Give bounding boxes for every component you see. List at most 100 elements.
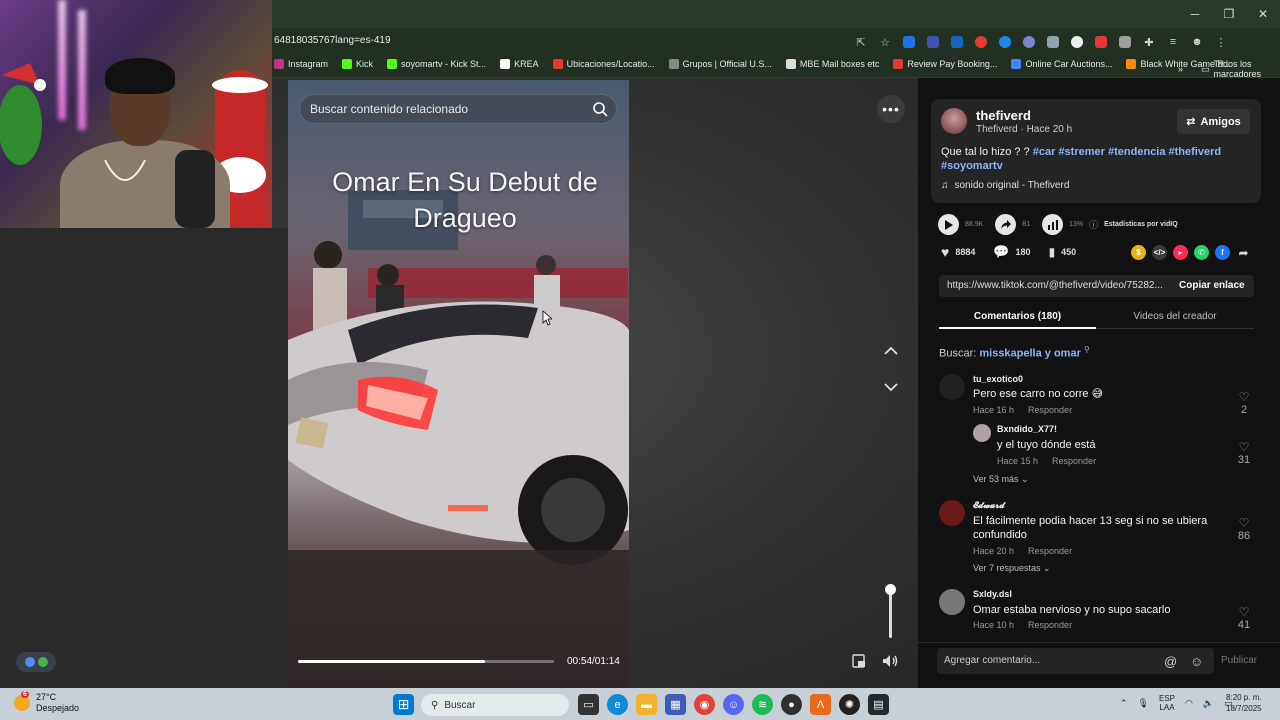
creator-username[interactable]: thefiverd <box>976 108 1031 123</box>
puzzle-icon[interactable]: ✚ <box>1140 33 1158 51</box>
whatsapp-icon[interactable]: ✆ <box>1194 245 1209 260</box>
related-search-input[interactable]: Buscar contenido relacionado <box>310 102 468 116</box>
bookmark-item[interactable]: Review Pay Booking... <box>893 59 997 69</box>
chevron-up-icon[interactable]: ⌃ <box>1120 698 1128 709</box>
extension-icon[interactable] <box>924 33 942 51</box>
share-more-icon[interactable]: ➦ <box>1236 245 1251 260</box>
bookmark-item[interactable]: Kick <box>342 59 373 69</box>
search-term-link[interactable]: misskapella y omar <box>979 348 1081 360</box>
url-field[interactable]: 64818035767lang=es-419 <box>274 35 391 46</box>
extension-icon[interactable] <box>1116 33 1134 51</box>
view-more-replies[interactable]: Ver 53 más ⌄ <box>973 474 1029 485</box>
reply-button[interactable]: Responder <box>1052 456 1096 466</box>
terminal-icon[interactable]: ▤ <box>868 694 889 715</box>
comment-avatar[interactable] <box>939 589 965 615</box>
volume-slider-track[interactable] <box>889 588 892 638</box>
reply-button[interactable]: Responder <box>1028 405 1072 415</box>
bookmark-icon[interactable]: ▮ <box>1049 245 1056 259</box>
comment-username[interactable]: 𝓔𝓭𝔀𝓪𝓻𝓭 <box>973 500 1005 511</box>
microphone-icon[interactable]: 🎙 <box>1138 698 1149 709</box>
heart-icon[interactable]: ♥ <box>941 244 949 260</box>
reply-button[interactable]: Responder <box>1028 546 1072 556</box>
hashtag-link[interactable]: #car <box>1033 146 1056 158</box>
tab-comments[interactable]: Comentarios (180) <box>939 305 1096 329</box>
next-video-button[interactable] <box>877 373 905 401</box>
app-a-icon[interactable]: Λ <box>810 694 831 715</box>
hashtag-link[interactable]: #soyomartv <box>941 160 1003 172</box>
profile-icon[interactable]: ☻ <box>1188 33 1206 51</box>
volume-slider-handle[interactable] <box>885 584 896 595</box>
publish-button[interactable]: Publicar <box>1221 655 1257 666</box>
comment-icon[interactable]: 💬 <box>993 244 1009 260</box>
embed-icon[interactable]: </> <box>1152 245 1167 260</box>
bookmark-item[interactable]: Grupos | Official U.S... <box>668 59 772 69</box>
comment-search-suggestion[interactable]: Buscar: misskapella y omar ⚲ <box>939 345 1090 360</box>
search-icon[interactable] <box>592 101 608 117</box>
video-progress-fill[interactable] <box>298 660 485 663</box>
reply-button[interactable]: Responder <box>1028 620 1072 630</box>
edge-icon[interactable]: e <box>607 694 628 715</box>
hashtag-link[interactable]: #thefiverd <box>1169 146 1222 158</box>
spotify-icon[interactable]: ≋ <box>752 694 773 715</box>
volume-icon[interactable] <box>881 653 899 669</box>
facebook-icon[interactable]: f <box>1215 245 1230 260</box>
hashtag-link[interactable]: #stremer <box>1058 146 1104 158</box>
floating-extension-button[interactable] <box>16 652 56 672</box>
close-button[interactable]: ✕ <box>1246 0 1280 28</box>
comment-avatar[interactable] <box>939 500 965 526</box>
extension-icon[interactable] <box>1092 33 1110 51</box>
bookmark-item[interactable]: soyomartv - Kick St... <box>387 59 486 69</box>
restore-button[interactable]: ❐ <box>1212 0 1246 28</box>
comment-like[interactable]: ♡ 86 <box>1232 516 1256 542</box>
comment-username[interactable]: Bxndido_X77! <box>997 424 1057 434</box>
comment-username[interactable]: tu_exotico0 <box>973 374 1023 384</box>
extension-icon[interactable] <box>900 33 918 51</box>
view-more-replies[interactable]: Ver 7 respuestas ⌄ <box>973 563 1051 574</box>
send-icon[interactable]: ▸ <box>1173 245 1188 260</box>
comment-like[interactable]: ♡ 31 <box>1232 440 1256 466</box>
extension-icon[interactable] <box>996 33 1014 51</box>
speaker-icon[interactable]: 🔈 <box>1203 698 1214 709</box>
sound-link[interactable]: ♫ sonido original - Thefiverd <box>941 180 1069 191</box>
store-icon[interactable]: ▦ <box>665 694 686 715</box>
share-link-url[interactable]: https://www.tiktok.com/@thefiverd/video/… <box>947 280 1163 291</box>
extension-icon[interactable] <box>1044 33 1062 51</box>
star-icon[interactable]: ☆ <box>876 33 894 51</box>
extension-icon[interactable] <box>1020 33 1038 51</box>
weather-widget[interactable]: 6 27°C Despejado <box>14 691 79 714</box>
minimize-button[interactable]: ─ <box>1178 0 1212 28</box>
tab-creator-videos[interactable]: Videos del creador <box>1096 305 1254 329</box>
comment-username[interactable]: Sxldy.dsl <box>973 589 1012 599</box>
extension-icon[interactable] <box>948 33 966 51</box>
copy-link-button[interactable]: Copiar enlace <box>1179 280 1245 291</box>
creator-avatar[interactable] <box>941 108 967 134</box>
task-view-icon[interactable]: ▭ <box>578 694 599 715</box>
friends-button[interactable]: ⇄ Amigos <box>1177 109 1250 134</box>
wifi-icon[interactable]: ◠ <box>1185 698 1193 709</box>
comment-avatar[interactable] <box>939 374 965 400</box>
picture-in-picture-icon[interactable] <box>851 653 867 669</box>
language-indicator[interactable]: ESP LAA <box>1159 694 1175 712</box>
chrome-icon[interactable]: ◉ <box>694 694 715 715</box>
coin-icon[interactable]: $ <box>1131 245 1146 260</box>
obs-icon[interactable]: ● <box>781 694 802 715</box>
file-explorer-icon[interactable]: ▬ <box>636 694 657 715</box>
comment-like[interactable]: ♡ 2 <box>1232 390 1256 416</box>
bookmark-item[interactable]: MBE Mail boxes etc <box>785 59 879 69</box>
taskbar-search[interactable]: ⚲ Buscar <box>421 694 569 716</box>
all-bookmarks-button[interactable]: » ▭ Todos los marcadores <box>1178 59 1280 79</box>
install-app-icon[interactable]: ⇱ <box>852 33 870 51</box>
comment-avatar[interactable] <box>973 424 991 442</box>
bookmark-item[interactable]: Online Car Auctions... <box>1011 59 1112 69</box>
windows-start-icon[interactable]: ⊞ <box>393 694 414 715</box>
discord-icon[interactable]: ☺ <box>723 694 744 715</box>
bookmarks-more-icon[interactable]: » <box>1178 64 1183 74</box>
bookmark-item[interactable]: Instagram <box>274 59 328 69</box>
clock[interactable]: 8:20 p. m. 18/7/2025 <box>1226 692 1262 714</box>
bookmark-item[interactable]: KREA <box>500 59 539 69</box>
bookmark-item[interactable]: Ubicaciones/Locatio... <box>552 59 655 69</box>
hashtag-link[interactable]: #tendencia <box>1108 146 1165 158</box>
emoji-icon[interactable]: ☺ <box>1190 654 1203 669</box>
app-b-icon[interactable]: ✺ <box>839 694 860 715</box>
extension-icon[interactable] <box>972 33 990 51</box>
